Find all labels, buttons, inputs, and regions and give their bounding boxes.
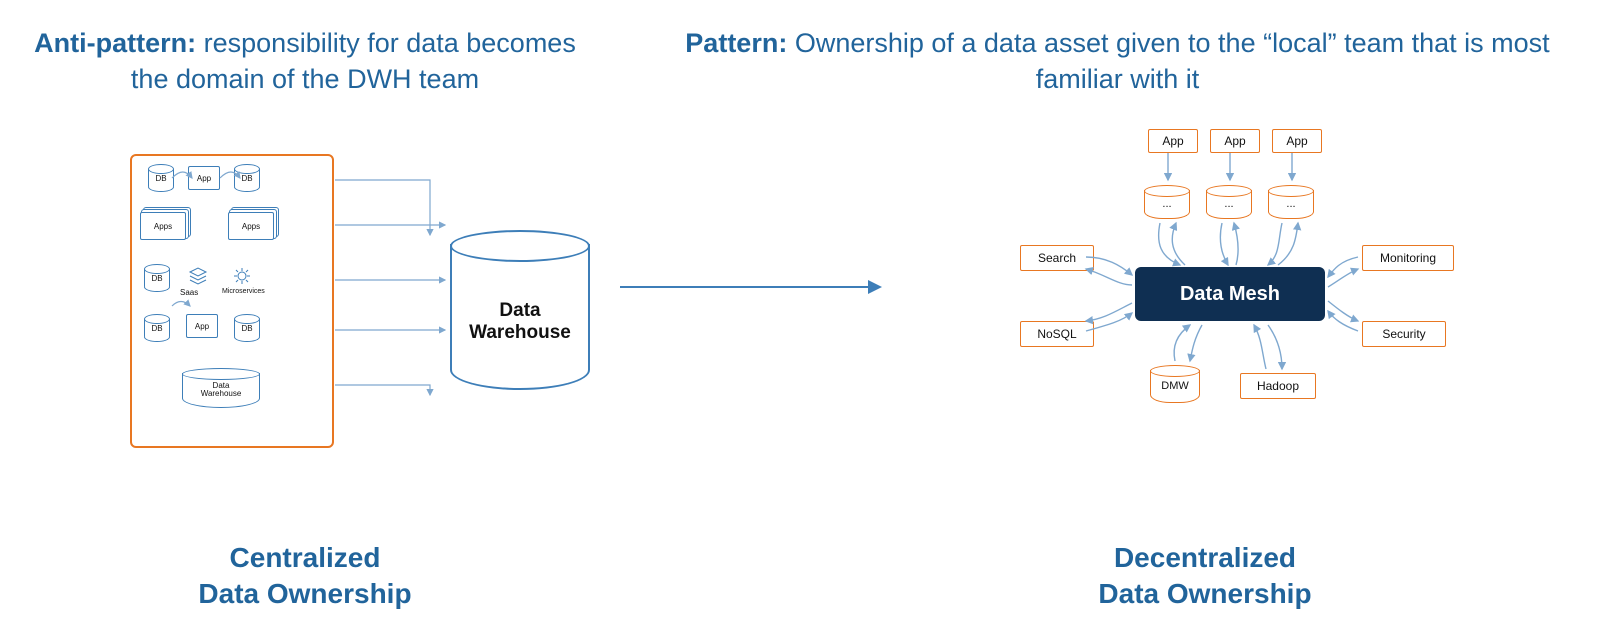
anti-pattern-heading-text: responsibility for data becomes the doma… [131, 28, 576, 94]
data-warehouse-label: Data Warehouse [450, 300, 590, 344]
saas-label: Saas [180, 288, 198, 297]
microservices-node [230, 264, 254, 288]
nosql-node: NoSQL [1020, 321, 1094, 347]
monitoring-node: Monitoring [1362, 245, 1454, 271]
app-node: App [186, 314, 218, 338]
data-mesh-core: Data Mesh [1135, 267, 1325, 321]
microservices-label: Microservices [222, 288, 265, 295]
pattern-heading: Pattern: Ownership of a data asset given… [665, 25, 1570, 98]
db-node: DB [234, 168, 260, 188]
search-node: Search [1020, 245, 1094, 271]
apps-stack-node: Apps [228, 212, 274, 240]
app-node: App [1272, 129, 1322, 153]
app-node: App [1148, 129, 1198, 153]
pattern-heading-text: Ownership of a data asset given to the “… [787, 28, 1549, 94]
db-node: DB [234, 318, 260, 338]
security-node: Security [1362, 321, 1446, 347]
decentralized-caption: Decentralized Data Ownership [1000, 540, 1410, 613]
transition-arrow-icon [620, 286, 880, 288]
anti-pattern-heading-bold: Anti-pattern: [34, 28, 196, 58]
pattern-heading-bold: Pattern: [685, 28, 787, 58]
centralized-diagram: Data Warehouse DB App DB Apps Apps DB Sa… [130, 150, 580, 450]
apps-stack-node: Apps [140, 212, 186, 240]
data-node: ... [1268, 185, 1314, 219]
app-node: App [188, 166, 220, 190]
data-node: ... [1206, 185, 1252, 219]
db-node: DB [144, 268, 170, 288]
db-node: DB [148, 168, 174, 188]
app-node: App [1210, 129, 1260, 153]
saas-node [182, 264, 214, 288]
data-warehouse-cylinder: Data Warehouse [450, 230, 590, 390]
anti-pattern-heading: Anti-pattern: responsibility for data be… [20, 25, 590, 98]
data-node: ... [1144, 185, 1190, 219]
dmw-node: DMW [1150, 365, 1200, 403]
centralized-caption: Centralized Data Ownership [140, 540, 470, 613]
small-dwh-node: DataWarehouse [182, 368, 260, 408]
decentralized-diagram: Data Mesh App App App ... ... ... Search… [1010, 125, 1450, 455]
db-node: DB [144, 318, 170, 338]
hadoop-node: Hadoop [1240, 373, 1316, 399]
